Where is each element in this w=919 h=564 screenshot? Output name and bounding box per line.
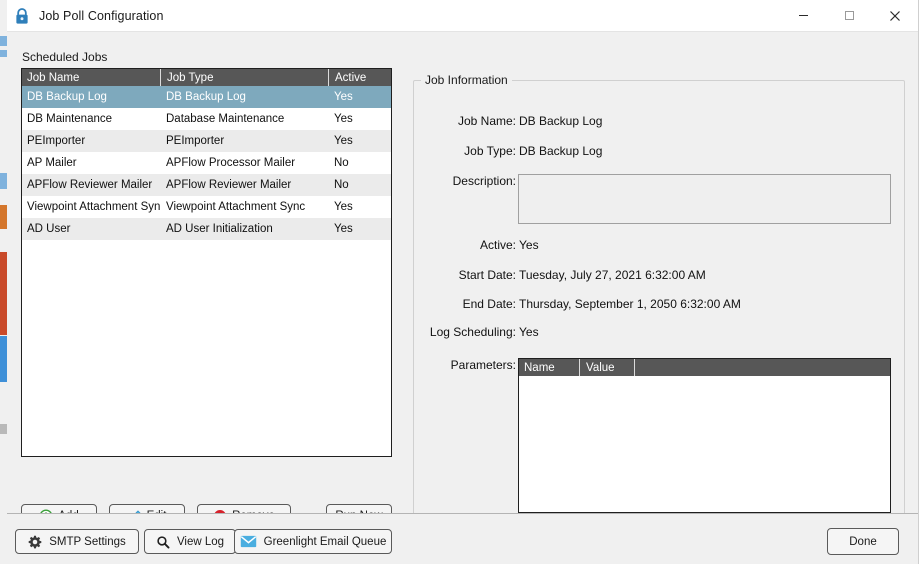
- end-date-label: End Date:: [462, 297, 516, 311]
- column-header-param-value[interactable]: Value: [579, 359, 634, 376]
- active-value: Yes: [519, 238, 539, 252]
- done-button-label: Done: [849, 535, 877, 548]
- job-type-value: DB Backup Log: [519, 144, 603, 158]
- cell-active: Yes: [334, 135, 353, 147]
- client-area: Scheduled Jobs Job Name Job Type Active …: [7, 31, 918, 564]
- cell-job-type: PEImporter: [166, 135, 225, 147]
- minimize-button[interactable]: [780, 0, 826, 31]
- background-window-strip: [0, 336, 7, 382]
- bottom-toolbar: SMTP Settings View Log Greenlight Email …: [7, 514, 918, 564]
- parameters-grid[interactable]: Name Value: [518, 358, 891, 513]
- magnifier-icon: [157, 535, 170, 548]
- background-window-strip: [0, 252, 7, 335]
- scheduled-jobs-grid[interactable]: Job Name Job Type Active DB Backup Log DB…: [21, 68, 392, 457]
- cell-job-name: APFlow Reviewer Mailer: [27, 179, 153, 191]
- table-row[interactable]: DB Maintenance Database Maintenance Yes: [22, 108, 391, 130]
- close-icon: [890, 10, 900, 21]
- gear-icon: [28, 535, 42, 548]
- jobs-grid-body: DB Backup Log DB Backup Log Yes DB Maintena…: [22, 86, 391, 240]
- cell-active: Yes: [334, 113, 353, 125]
- view-log-label: View Log: [176, 535, 225, 548]
- end-date-value: Thursday, September 1, 2050 6:32:00 AM: [519, 297, 741, 311]
- job-poll-configuration-window: Job Poll Configuration Scheduled Jobs Jo…: [7, 0, 919, 564]
- table-row[interactable]: PEImporter PEImporter Yes: [22, 130, 391, 152]
- column-header-active[interactable]: Active: [328, 69, 391, 86]
- envelope-icon: [240, 535, 256, 548]
- cell-active: Yes: [334, 91, 353, 103]
- cell-active: Yes: [334, 223, 353, 235]
- log-scheduling-value: Yes: [519, 325, 539, 339]
- table-row[interactable]: APFlow Reviewer Mailer APFlow Reviewer Ma…: [22, 174, 391, 196]
- minimize-icon: [798, 15, 808, 16]
- job-type-label: Job Type:: [464, 144, 516, 158]
- cell-job-name: Viewpoint Attachment Sync: [27, 201, 160, 213]
- cell-active: No: [334, 157, 349, 169]
- window-controls: [780, 0, 918, 31]
- cell-job-name: DB Maintenance: [27, 113, 113, 125]
- active-label: Active:: [479, 238, 516, 252]
- done-button[interactable]: Done: [827, 528, 899, 555]
- cell-active: No: [334, 179, 349, 191]
- window-title: Job Poll Configuration: [39, 8, 164, 23]
- table-row[interactable]: AD User AD User Initialization Yes: [22, 218, 391, 240]
- description-value: [519, 175, 890, 181]
- column-header-job-type[interactable]: Job Type: [160, 69, 328, 86]
- parameters-grid-header: Name Value: [519, 359, 890, 376]
- column-header-param-filler[interactable]: [634, 359, 890, 376]
- log-scheduling-label: Log Scheduling:: [429, 325, 516, 339]
- background-window-edge: [0, 0, 7, 564]
- table-row[interactable]: AP Mailer APFlow Processor Mailer No: [22, 152, 391, 174]
- background-window-strip: [0, 173, 7, 189]
- description-field[interactable]: [518, 174, 891, 224]
- scheduled-jobs-label: Scheduled Jobs: [22, 50, 108, 64]
- job-name-label: Job Name:: [457, 114, 516, 128]
- job-information-legend: Job Information: [421, 73, 512, 87]
- cell-job-type: Viewpoint Attachment Sync: [166, 201, 306, 213]
- table-row[interactable]: Viewpoint Attachment Sync Viewpoint Attac…: [22, 196, 391, 218]
- cell-job-name: DB Backup Log: [27, 91, 107, 103]
- start-date-value: Tuesday, July 27, 2021 6:32:00 AM: [519, 268, 706, 282]
- cell-job-name: PEImporter: [27, 135, 86, 147]
- maximize-icon: [844, 11, 854, 20]
- cell-job-type: AD User Initialization: [166, 223, 273, 235]
- title-bar: Job Poll Configuration: [7, 0, 918, 31]
- cell-job-type: APFlow Reviewer Mailer: [166, 179, 292, 191]
- view-log-button[interactable]: View Log: [144, 529, 236, 554]
- lock-icon: [16, 7, 28, 24]
- table-row[interactable]: DB Backup Log DB Backup Log Yes: [22, 86, 391, 108]
- cell-job-type: APFlow Processor Mailer: [166, 157, 296, 169]
- jobs-grid-header: Job Name Job Type Active: [22, 69, 391, 86]
- maximize-button[interactable]: [826, 0, 872, 31]
- cell-job-name: AD User: [27, 223, 71, 235]
- column-header-param-name[interactable]: Name: [519, 359, 579, 376]
- background-window-strip: [0, 36, 7, 46]
- column-header-job-name[interactable]: Job Name: [22, 69, 160, 86]
- smtp-settings-label: SMTP Settings: [49, 535, 126, 548]
- close-button[interactable]: [872, 0, 918, 31]
- background-window-strip: [0, 424, 7, 434]
- smtp-settings-button[interactable]: SMTP Settings: [15, 529, 139, 554]
- job-name-value: DB Backup Log: [519, 114, 603, 128]
- cell-active: Yes: [334, 201, 353, 213]
- cell-job-type: Database Maintenance: [166, 113, 285, 125]
- start-date-label: Start Date:: [458, 268, 516, 282]
- cell-job-type: DB Backup Log: [166, 91, 246, 103]
- greenlight-email-queue-button[interactable]: Greenlight Email Queue: [234, 529, 392, 554]
- background-window-strip: [0, 205, 7, 229]
- parameters-label: Parameters:: [450, 358, 516, 372]
- background-window-strip: [0, 50, 7, 57]
- cell-job-name: AP Mailer: [27, 157, 77, 169]
- greenlight-email-queue-label: Greenlight Email Queue: [263, 535, 387, 548]
- description-label: Description:: [452, 174, 516, 188]
